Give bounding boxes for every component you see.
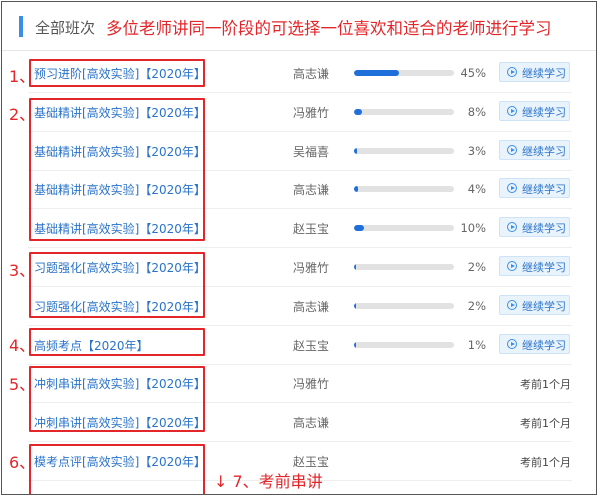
availability-status: 考前1个月	[520, 456, 571, 469]
progress-fill	[354, 108, 362, 115]
availability-status: 考前1个月	[520, 378, 571, 392]
progress-percent: 10%	[460, 221, 486, 236]
progress-bar	[354, 186, 454, 193]
highlight-box	[29, 252, 205, 318]
progress-fill	[354, 186, 358, 193]
progress-bar	[354, 147, 454, 154]
group-number: 6、	[9, 453, 36, 472]
continue-learning-label: 继续学习	[522, 144, 566, 158]
progress-percent: 1%	[467, 337, 486, 352]
progress-percent: 3%	[467, 143, 486, 158]
teacher-name: 冯雅竹	[293, 105, 330, 120]
progress-fill	[354, 70, 399, 76]
highlight-box	[29, 444, 205, 494]
continue-learning-button[interactable]: 继续学习	[499, 62, 570, 82]
progress-fill	[354, 341, 356, 348]
highlight-box	[29, 59, 205, 87]
progress-percent: 8%	[467, 104, 486, 119]
continue-learning-button[interactable]: 继续学习	[499, 217, 570, 238]
group-number: 5、	[9, 375, 36, 394]
teacher-name: 赵玉宝	[293, 338, 330, 353]
progress-fill	[354, 264, 356, 270]
header-annotation: 多位老师讲同一阶段的可选择一位喜欢和适合的老师进行学习	[106, 19, 552, 38]
teacher-name: 冯雅竹	[293, 377, 330, 392]
availability-status: 考前1个月	[520, 417, 571, 431]
teacher-name: 高志谦	[293, 416, 330, 431]
teacher-name: 高志谦	[293, 67, 330, 81]
group-number: 2、	[9, 105, 36, 124]
play-circle-icon	[507, 144, 517, 155]
continue-learning-button[interactable]: 继续学习	[499, 294, 570, 315]
continue-learning-label: 继续学习	[522, 105, 566, 119]
continue-learning-button[interactable]: 继续学习	[499, 256, 570, 276]
continue-learning-button[interactable]: 继续学习	[499, 333, 570, 354]
progress-bar	[354, 225, 454, 232]
group-number: 4、	[9, 336, 36, 355]
play-circle-icon	[507, 299, 517, 310]
play-circle-icon	[507, 105, 517, 116]
highlight-box	[29, 366, 205, 432]
progress-fill	[354, 225, 364, 232]
progress-bar	[354, 70, 454, 76]
progress-percent: 45%	[460, 66, 486, 80]
play-circle-icon	[507, 338, 517, 349]
play-circle-icon	[507, 183, 517, 194]
play-circle-icon	[507, 67, 517, 77]
section-header: 全部班次 多位老师讲同一阶段的可选择一位喜欢和适合的老师进行学习	[2, 2, 596, 51]
section-title: 全部班次	[35, 19, 96, 37]
continue-learning-label: 继续学习	[522, 67, 566, 80]
progress-fill	[354, 147, 357, 154]
progress-percent: 2%	[467, 260, 486, 274]
continue-learning-label: 继续学习	[522, 299, 566, 313]
extra-annotation: ↓ 7、考前串讲	[214, 472, 323, 491]
teacher-name: 高志谦	[293, 183, 330, 198]
play-circle-icon	[507, 261, 517, 271]
teacher-name: 冯雅竹	[293, 261, 330, 275]
progress-percent: 4%	[467, 182, 486, 197]
play-circle-icon	[507, 222, 517, 233]
progress-bar	[354, 302, 454, 309]
teacher-name: 吴福喜	[293, 144, 330, 159]
teacher-name: 吴福喜	[293, 492, 329, 495]
progress-percent: 2%	[467, 298, 486, 313]
header-accent-bar	[19, 16, 23, 37]
progress-bar	[354, 108, 454, 115]
progress-bar	[354, 264, 454, 270]
teacher-name: 高志谦	[293, 299, 330, 314]
teacher-name: 赵玉宝	[293, 222, 330, 237]
continue-learning-button[interactable]: 继续学习	[499, 139, 570, 160]
continue-learning-label: 继续学习	[522, 183, 566, 197]
continue-learning-label: 继续学习	[522, 338, 566, 352]
group-number: 3、	[9, 261, 36, 280]
continue-learning-label: 继续学习	[522, 261, 566, 274]
continue-learning-button[interactable]: 继续学习	[499, 178, 570, 199]
availability-status: 考前1个月	[507, 493, 571, 494]
continue-learning-label: 继续学习	[522, 222, 566, 236]
progress-fill	[354, 302, 356, 309]
progress-bar	[354, 341, 454, 348]
highlight-box	[29, 98, 205, 241]
highlight-box	[29, 328, 205, 356]
group-number: 1、	[9, 67, 36, 86]
continue-learning-button[interactable]: 继续学习	[499, 100, 570, 121]
course-list-panel: 全部班次 多位老师讲同一阶段的可选择一位喜欢和适合的老师进行学习 预习进阶[高效…	[1, 1, 597, 495]
